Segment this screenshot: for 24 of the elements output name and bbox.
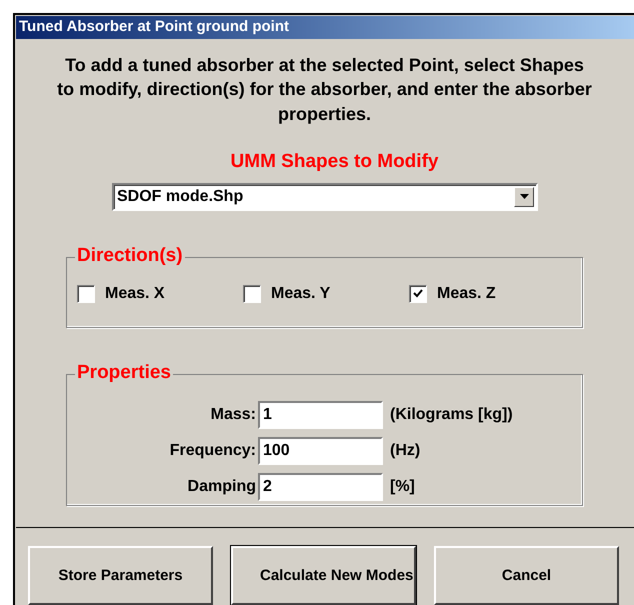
field-label: Mass:: [210, 404, 256, 424]
checkbox-option[interactable]: Meas. X: [77, 282, 243, 306]
checkbox-option[interactable]: Meas. Z: [409, 282, 575, 306]
checkbox[interactable]: [77, 284, 95, 302]
caret-icon: [514, 186, 534, 206]
dialog-button[interactable]: Calculate New Modes: [231, 546, 416, 605]
checkbox[interactable]: [409, 284, 427, 302]
dialog-button[interactable]: Store Parameters: [28, 546, 213, 605]
checkbox[interactable]: [243, 284, 261, 302]
unit-label: (Hz): [390, 440, 420, 460]
unit-label: [%]: [390, 476, 415, 496]
window-title: Tuned Absorber at Point ground point: [19, 17, 289, 37]
unit-label: (Kilograms [kg]): [390, 404, 513, 424]
shapes-dropdown[interactable]: SDOF mode.Shp: [112, 182, 538, 210]
field-label: Damping: [186, 476, 256, 496]
instructions-text: To add a tuned absorber at the selected Point, select Shapes to modify, direction(s) for the absorber, and enter the absorber properties.: [56, 54, 593, 126]
input-field[interactable]: 2: [258, 472, 383, 500]
input-field[interactable]: 100: [258, 436, 383, 464]
check-icon: [413, 289, 423, 298]
dialog-button[interactable]: Cancel: [434, 546, 619, 605]
shapes-label: UMM Shapes to Modify: [230, 150, 438, 174]
field-label: Frequency:: [168, 440, 256, 460]
input-field[interactable]: 1: [258, 400, 383, 428]
checkbox-option[interactable]: Meas. Y: [243, 282, 409, 306]
